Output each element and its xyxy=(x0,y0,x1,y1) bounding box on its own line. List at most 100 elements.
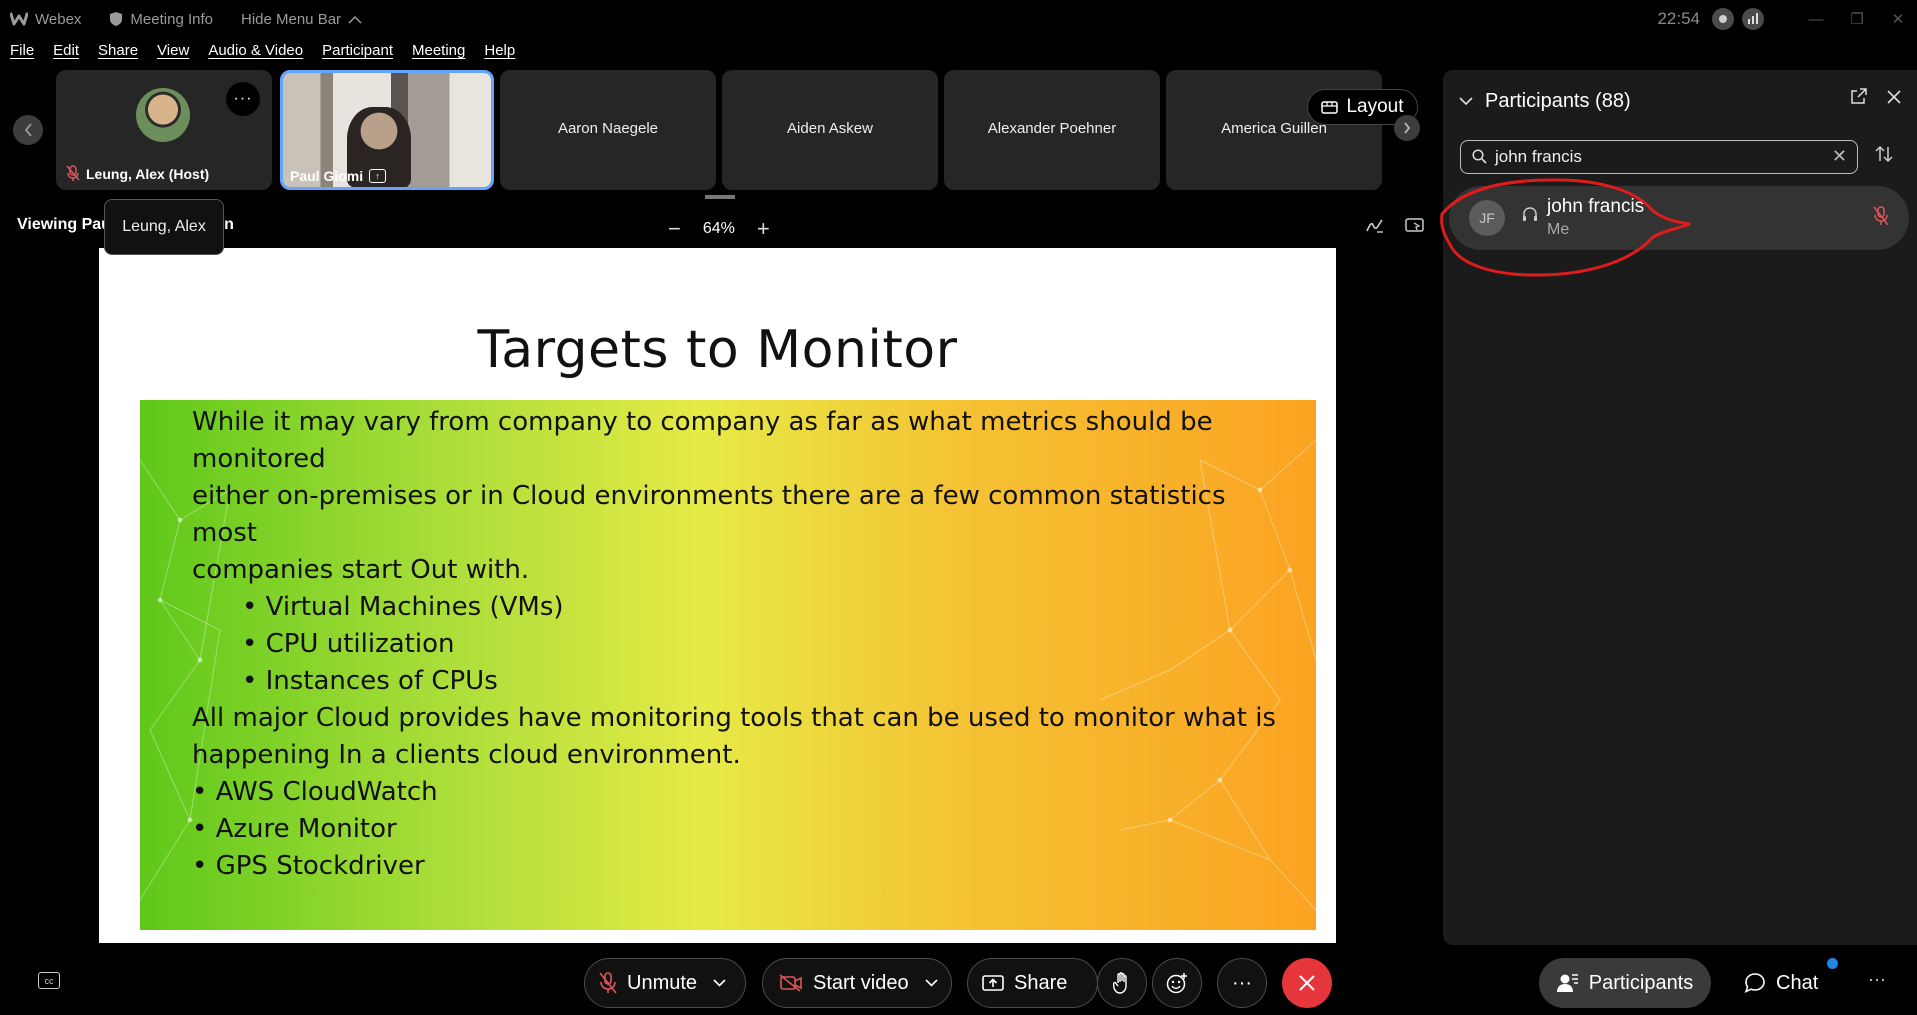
reactions-button[interactable] xyxy=(1152,958,1202,1008)
strip-prev-button[interactable] xyxy=(13,115,43,145)
share-button[interactable]: Share xyxy=(967,958,1098,1008)
unmute-button[interactable]: Unmute xyxy=(584,958,746,1008)
slide-line: While it may vary from company to compan… xyxy=(192,407,1213,437)
strip-next-button[interactable] xyxy=(1394,115,1420,141)
closed-captions-icon[interactable]: cc xyxy=(38,972,60,989)
zoom-in-button[interactable]: + xyxy=(757,216,770,242)
shared-screen-slide: Targets to Monitor While it may vary fro… xyxy=(99,248,1336,943)
search-value: john francis xyxy=(1495,147,1582,166)
zoom-level: 64% xyxy=(702,220,735,237)
tile-name: Leung, Alex (Host) xyxy=(86,165,210,182)
chevron-up-icon xyxy=(348,15,362,24)
menu-audio-video[interactable]: Audio & Video xyxy=(208,42,303,66)
participant-tooltip: Leung, Alex xyxy=(104,199,224,255)
start-video-button[interactable]: Start video xyxy=(762,958,952,1008)
slide-line: most xyxy=(192,518,257,548)
video-tile-aiden[interactable]: Aiden Askew xyxy=(722,70,938,190)
chevron-down-icon[interactable] xyxy=(713,979,726,987)
tile-name: Alexander Poehner xyxy=(987,120,1117,137)
participants-icon xyxy=(1556,974,1578,992)
chevron-down-icon xyxy=(1459,97,1473,106)
hide-menu-bar-label: Hide Menu Bar xyxy=(240,10,342,28)
participant-avatar: JF xyxy=(1469,200,1505,236)
zoom-control: − 64% + xyxy=(668,216,770,242)
avatar xyxy=(136,88,190,142)
slide-line: • Azure Monitor xyxy=(192,814,397,844)
meeting-info-button[interactable]: Meeting Info xyxy=(109,11,213,28)
meeting-controls-bar: cc Unmute Start video Share ··· Particip… xyxy=(0,945,1917,1015)
muted-mic-icon xyxy=(66,165,80,181)
shield-icon xyxy=(110,12,123,26)
menu-share[interactable]: Share xyxy=(98,42,138,66)
panel-header[interactable]: Participants (88) xyxy=(1459,90,1631,113)
tile-name: Aiden Askew xyxy=(787,120,873,137)
chevron-left-icon xyxy=(24,123,32,137)
webex-logo: Webex xyxy=(10,11,81,28)
recording-status-icon[interactable] xyxy=(1712,8,1734,30)
webex-logo-icon xyxy=(10,12,28,26)
sharing-icon: ↑ xyxy=(369,169,387,183)
menu-edit[interactable]: Edit xyxy=(53,42,79,66)
slide-line: either on-premises or in Cloud environme… xyxy=(192,481,1226,511)
chat-tab-button[interactable]: Chat xyxy=(1744,958,1818,1008)
network-signal-icon[interactable] xyxy=(1742,8,1764,30)
slide-line: happening In a clients cloud environment… xyxy=(192,740,741,770)
title-bar: Webex Meeting Info Hide Menu Bar 22:54 —… xyxy=(0,0,1917,38)
menu-file[interactable]: File xyxy=(10,42,34,66)
participant-name: john francis xyxy=(1547,196,1645,217)
video-tile-paul-giomi[interactable]: Paul Giomi ↑ xyxy=(280,70,494,190)
start-video-label: Start video xyxy=(813,971,909,994)
menu-help[interactable]: Help xyxy=(484,42,515,66)
slide-line: • Virtual Machines (VMs) xyxy=(242,592,564,622)
sort-icon[interactable] xyxy=(1875,145,1893,167)
chat-notification-badge xyxy=(1827,958,1838,969)
more-options-button[interactable]: ··· xyxy=(1217,958,1267,1008)
strip-resize-handle[interactable] xyxy=(705,195,735,199)
close-icon xyxy=(1299,975,1315,991)
slide-line: All major Cloud provides have monitoring… xyxy=(192,703,1276,733)
hide-menu-bar-button[interactable]: Hide Menu Bar xyxy=(241,11,362,28)
restore-button[interactable]: ❐ xyxy=(1838,0,1876,38)
remote-control-icon[interactable] xyxy=(1402,214,1428,238)
video-tile-alexander[interactable]: Alexander Poehner xyxy=(944,70,1160,190)
video-tile-america[interactable]: America Guillen xyxy=(1166,70,1382,190)
chat-icon xyxy=(1744,973,1765,993)
overflow-menu-button[interactable]: ··· xyxy=(1868,969,1886,990)
slide-content-box: While it may vary from company to compan… xyxy=(140,400,1316,930)
close-window-button[interactable]: ✕ xyxy=(1879,0,1917,38)
raise-hand-icon xyxy=(1113,972,1127,994)
slide-line: • Instances of CPUs xyxy=(242,666,498,696)
menu-participant[interactable]: Participant xyxy=(322,42,393,66)
close-panel-icon[interactable] xyxy=(1887,88,1901,109)
tile-more-button[interactable]: ··· xyxy=(226,82,260,116)
popout-icon[interactable] xyxy=(1851,88,1867,109)
annotate-icon[interactable] xyxy=(1362,214,1388,238)
slide-line: • CPU utilization xyxy=(242,629,455,659)
participant-search-input[interactable]: john francis ✕ xyxy=(1460,140,1858,174)
clock: 22:54 xyxy=(1657,9,1700,28)
chat-tab-label: Chat xyxy=(1776,971,1819,994)
chevron-right-icon xyxy=(1404,122,1411,134)
minimize-button[interactable]: — xyxy=(1797,0,1835,38)
slide-line: • GPS Stockdriver xyxy=(192,851,425,881)
leave-meeting-button[interactable] xyxy=(1282,958,1332,1008)
slide-text: While it may vary from company to compan… xyxy=(192,404,1276,885)
video-off-icon xyxy=(779,974,802,992)
smiley-plus-icon xyxy=(1166,973,1187,994)
chevron-down-icon[interactable] xyxy=(925,979,938,987)
raise-hand-button[interactable] xyxy=(1097,958,1147,1008)
participants-tab-button[interactable]: Participants xyxy=(1539,958,1711,1008)
app-name: Webex xyxy=(35,10,82,28)
zoom-out-button[interactable]: − xyxy=(668,216,681,242)
video-tile-leung[interactable]: ··· Leung, Alex (Host) xyxy=(56,70,272,190)
video-tile-aaron[interactable]: Aaron Naegele xyxy=(500,70,716,190)
share-label: Share xyxy=(1014,971,1068,994)
panel-title: Participants (88) xyxy=(1485,90,1631,112)
clear-search-icon[interactable]: ✕ xyxy=(1832,146,1847,167)
menu-view[interactable]: View xyxy=(157,42,189,66)
layout-label: Layout xyxy=(1346,96,1404,117)
muted-mic-icon[interactable] xyxy=(1873,206,1889,231)
participant-row[interactable]: JF john francis Me xyxy=(1449,186,1909,250)
headset-icon xyxy=(1521,206,1539,229)
menu-meeting[interactable]: Meeting xyxy=(412,42,465,66)
